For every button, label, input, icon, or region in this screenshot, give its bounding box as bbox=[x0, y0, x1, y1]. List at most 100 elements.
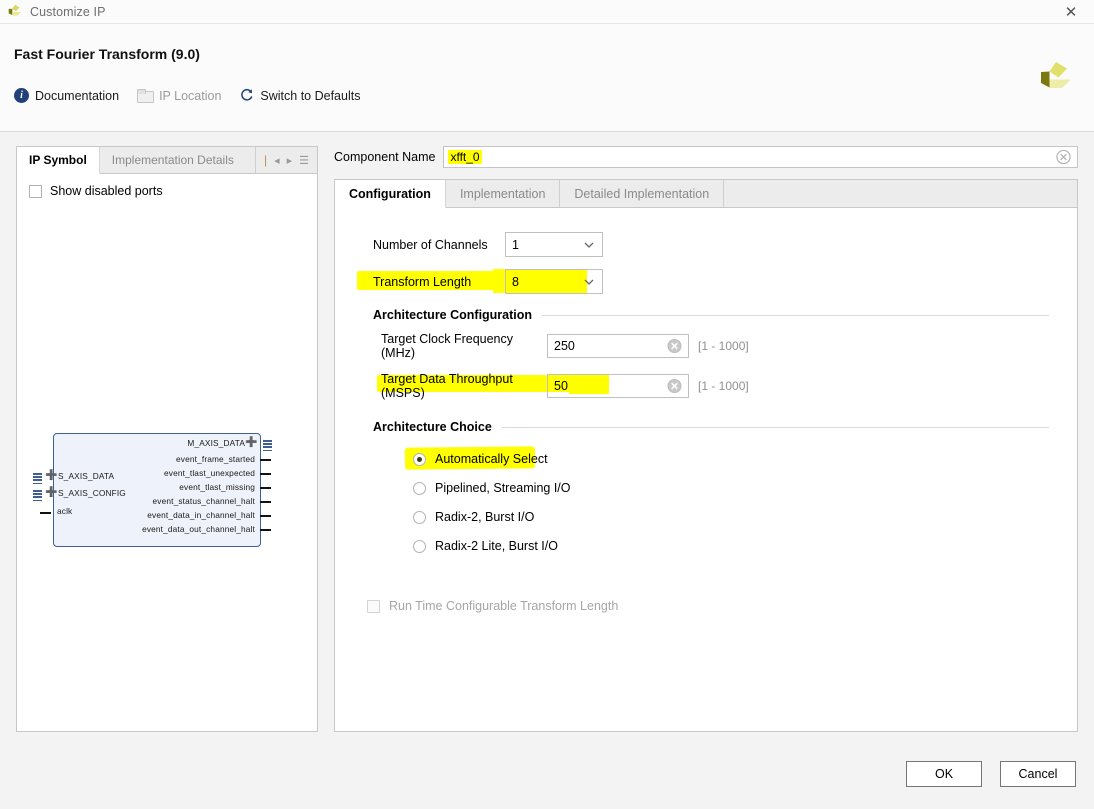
target-clock-frequency-row: Target Clock Frequency (MHz) 250 [1 - 10… bbox=[357, 332, 1055, 360]
component-name-label: Component Name bbox=[334, 150, 436, 164]
configuration-tabpanel: Configuration Implementation Detailed Im… bbox=[334, 179, 1078, 732]
tab-configuration[interactable]: Configuration bbox=[335, 180, 446, 208]
radio-automatically-select-label: Automatically Select bbox=[435, 452, 548, 466]
clear-circle-icon[interactable] bbox=[1056, 149, 1071, 165]
target-data-throughput-row: Target Data Throughput (MSPS) 50 [1 - 10… bbox=[357, 372, 1055, 400]
target-data-throughput-input[interactable]: 50 bbox=[547, 374, 689, 398]
target-data-throughput-label: Target Data Throughput (MSPS) bbox=[381, 372, 513, 400]
port-label-event-tlast-missing: event_tlast_missing bbox=[179, 482, 255, 492]
show-disabled-ports-checkbox[interactable] bbox=[29, 184, 42, 198]
radio-radix2-burst-io[interactable]: Radix-2, Burst I/O bbox=[357, 510, 1055, 524]
target-data-throughput-range: [1 - 1000] bbox=[698, 379, 749, 393]
ok-button[interactable]: OK bbox=[906, 761, 982, 787]
bus-stub-icon bbox=[33, 473, 42, 485]
pin-icon bbox=[260, 487, 271, 490]
target-clock-frequency-range: [1 - 1000] bbox=[698, 339, 749, 353]
header-action-links: i Documentation IP Location Switch to De… bbox=[0, 62, 1094, 103]
bus-stub-icon bbox=[263, 440, 272, 452]
port-label-s-axis-data: S_AXIS_DATA bbox=[58, 471, 115, 481]
port-label-event-status-channel-halt: event_status_channel_halt bbox=[152, 496, 255, 506]
tab-implementation-label: Implementation bbox=[459, 186, 546, 201]
clear-circle-icon[interactable] bbox=[667, 378, 682, 394]
pin-icon bbox=[260, 459, 271, 462]
next-arrow-icon[interactable]: ▸ bbox=[287, 154, 293, 167]
radio-icon[interactable] bbox=[413, 481, 426, 495]
ip-location-link[interactable]: IP Location bbox=[137, 89, 221, 103]
transform-length-row: Transform Length 8 bbox=[357, 269, 1055, 294]
xilinx-logo-icon bbox=[1041, 62, 1071, 88]
expand-plus-icon[interactable]: ➕ bbox=[45, 470, 58, 481]
radio-automatically-select[interactable]: Automatically Select bbox=[357, 446, 1055, 470]
page-title: Fast Fourier Transform (9.0) bbox=[14, 46, 200, 62]
pin-icon bbox=[40, 512, 51, 515]
transform-length-value: 8 bbox=[512, 274, 519, 289]
radio-radix2-burst-io-label: Radix-2, Burst I/O bbox=[435, 510, 535, 524]
left-panel-tabbar: IP Symbol Implementation Details | ◂ ▸ ☰ bbox=[17, 147, 317, 174]
folder-icon bbox=[137, 89, 155, 103]
port-label-event-frame-started: event_frame_started bbox=[176, 454, 255, 464]
architecture-configuration-title: Architecture Configuration bbox=[373, 308, 533, 322]
architecture-choice-header: Architecture Choice bbox=[357, 420, 1055, 434]
expand-plus-icon[interactable]: ➕ bbox=[245, 437, 258, 448]
switch-to-defaults-link[interactable]: Switch to Defaults bbox=[239, 88, 360, 103]
dialog-body: IP Symbol Implementation Details | ◂ ▸ ☰… bbox=[0, 132, 1094, 732]
menu-icon[interactable]: ☰ bbox=[299, 154, 309, 167]
ip-location-label: IP Location bbox=[159, 88, 222, 103]
port-label-s-axis-config: S_AXIS_CONFIG bbox=[58, 488, 126, 498]
port-label-event-tlast-unexpected: event_tlast_unexpected bbox=[164, 468, 255, 478]
radio-radix2-lite-burst-io[interactable]: Radix-2 Lite, Burst I/O bbox=[357, 539, 1055, 553]
number-of-channels-select[interactable]: 1 bbox=[505, 232, 603, 257]
radio-icon[interactable] bbox=[413, 510, 426, 524]
radio-radix2-lite-burst-io-label: Radix-2 Lite, Burst I/O bbox=[435, 539, 558, 553]
port-label-aclk: aclk bbox=[57, 506, 73, 516]
tab-detailed-implementation-label: Detailed Implementation bbox=[574, 186, 710, 201]
target-clock-frequency-input[interactable]: 250 bbox=[547, 334, 689, 358]
show-disabled-ports-row[interactable]: Show disabled ports bbox=[17, 174, 317, 198]
section-divider bbox=[542, 314, 1049, 316]
pin-icon bbox=[260, 515, 271, 518]
port-label-event-data-out-channel-halt: event_data_out_channel_halt bbox=[142, 524, 255, 534]
expand-plus-icon[interactable]: ➕ bbox=[45, 487, 58, 498]
architecture-configuration-header: Architecture Configuration bbox=[357, 308, 1055, 322]
architecture-choice-title: Architecture Choice bbox=[373, 420, 492, 434]
bus-stub-icon bbox=[33, 490, 42, 502]
documentation-label: Documentation bbox=[35, 88, 120, 103]
run-time-configurable-checkbox[interactable] bbox=[367, 599, 380, 613]
tab-detailed-implementation[interactable]: Detailed Implementation bbox=[560, 180, 725, 207]
prev-arrow-icon[interactable]: ◂ bbox=[274, 154, 280, 167]
configuration-content: Number of Channels 1 Transform Length 8 bbox=[335, 208, 1077, 731]
transform-length-select[interactable]: 8 bbox=[505, 269, 603, 294]
configuration-panel: Component Name xfft_0 Configuration Impl… bbox=[334, 146, 1078, 732]
cancel-button[interactable]: Cancel bbox=[1000, 761, 1076, 787]
tab-ip-symbol[interactable]: IP Symbol bbox=[17, 147, 100, 174]
transform-length-label: Transform Length bbox=[373, 274, 472, 289]
ip-symbol-diagram: ➕ S_AXIS_DATA ➕ S_AXIS_CONFIG aclk M_AXI… bbox=[31, 429, 281, 554]
component-name-input[interactable]: xfft_0 bbox=[443, 146, 1078, 168]
ip-symbol-canvas: Show disabled ports ➕ S_AXIS_DATA ➕ S_AX… bbox=[17, 174, 317, 731]
component-name-value: xfft_0 bbox=[448, 149, 482, 165]
tab-implementation-details[interactable]: Implementation Details bbox=[100, 147, 246, 173]
clear-circle-icon[interactable] bbox=[667, 338, 682, 354]
tab-ip-symbol-label: IP Symbol bbox=[29, 153, 87, 167]
pin-icon bbox=[260, 473, 271, 476]
section-divider bbox=[501, 426, 1049, 428]
target-clock-frequency-label: Target Clock Frequency (MHz) bbox=[381, 332, 514, 360]
component-name-row: Component Name xfft_0 bbox=[334, 146, 1078, 168]
window-titlebar: Customize IP ✕ bbox=[0, 0, 1094, 24]
bar-icon: | bbox=[263, 153, 268, 167]
documentation-link[interactable]: i Documentation bbox=[14, 88, 119, 103]
radio-icon[interactable] bbox=[413, 452, 426, 466]
switch-to-defaults-label: Switch to Defaults bbox=[260, 88, 361, 103]
run-time-configurable-label: Run Time Configurable Transform Length bbox=[389, 599, 619, 613]
configuration-tabbar: Configuration Implementation Detailed Im… bbox=[335, 180, 1077, 208]
close-icon[interactable]: ✕ bbox=[1058, 0, 1084, 23]
tab-implementation[interactable]: Implementation bbox=[446, 180, 561, 207]
port-label-m-axis-data: M_AXIS_DATA bbox=[187, 438, 245, 448]
pin-icon bbox=[260, 529, 271, 532]
radio-pipelined-streaming-io[interactable]: Pipelined, Streaming I/O bbox=[357, 481, 1055, 495]
run-time-configurable-row[interactable]: Run Time Configurable Transform Length bbox=[357, 599, 1055, 613]
radio-icon[interactable] bbox=[413, 539, 426, 553]
number-of-channels-label: Number of Channels bbox=[373, 237, 488, 252]
show-disabled-ports-label: Show disabled ports bbox=[50, 184, 163, 198]
chevron-down-icon bbox=[584, 242, 594, 248]
